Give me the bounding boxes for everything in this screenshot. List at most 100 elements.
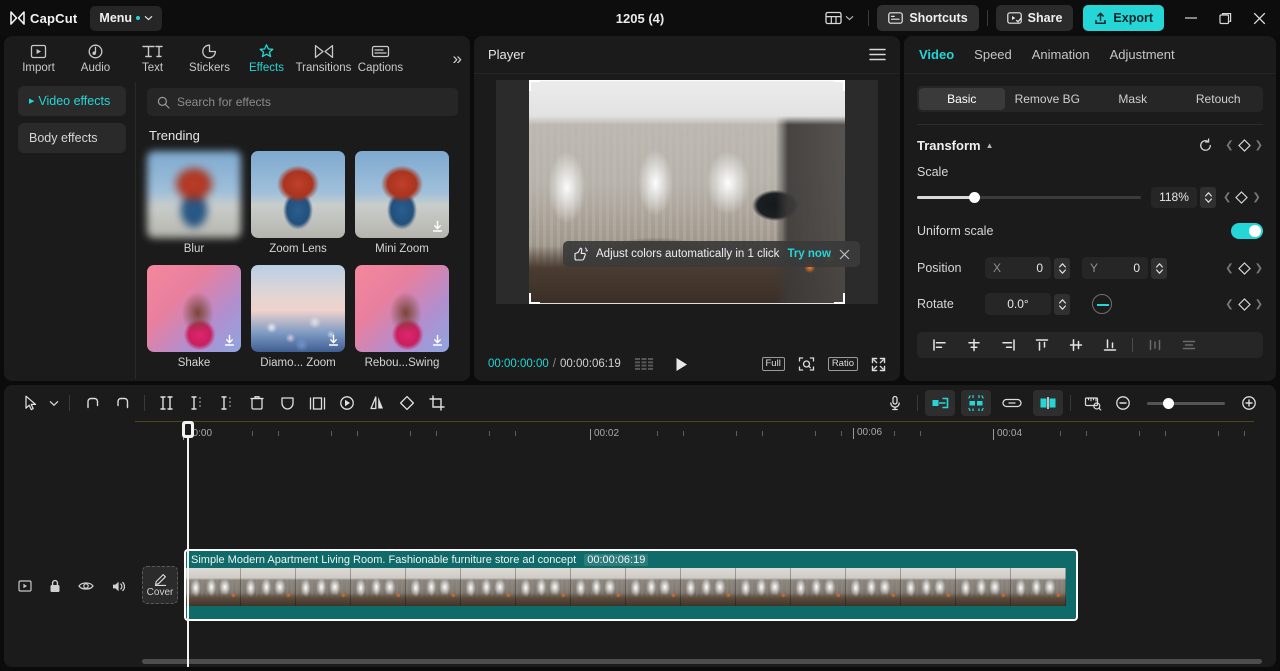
tab-captions[interactable]: Captions: [352, 39, 409, 74]
timeline-clip[interactable]: Simple Modern Apartment Living Room. Fas…: [184, 549, 1078, 621]
keyframe-prev-button[interactable]: ❮: [1225, 140, 1233, 151]
tab-adjustment[interactable]: Adjustment: [1110, 47, 1175, 62]
tool-dropdown-icon[interactable]: [46, 390, 62, 416]
tab-animation[interactable]: Animation: [1032, 47, 1090, 62]
effect-card[interactable]: Mini Zoom: [355, 151, 449, 255]
undo-icon[interactable]: [77, 390, 107, 416]
effect-card[interactable]: Zoom Lens: [251, 151, 345, 255]
minimize-button[interactable]: [1174, 3, 1208, 33]
visibility-icon[interactable]: [78, 580, 94, 592]
subtab-remove-bg[interactable]: Remove BG: [1005, 88, 1091, 110]
delete-icon[interactable]: [242, 390, 272, 416]
microphone-icon[interactable]: [880, 390, 910, 416]
tab-import[interactable]: Import: [10, 39, 67, 74]
timeline-ruler[interactable]: 00:00 00:02 00:04: [135, 421, 1276, 447]
position-y-input[interactable]: Y 0: [1082, 257, 1148, 279]
crop-icon[interactable]: [422, 390, 452, 416]
layout-button[interactable]: [819, 7, 860, 29]
align-top-icon[interactable]: [1025, 333, 1059, 357]
tab-text[interactable]: Text: [124, 39, 181, 74]
more-tools-button[interactable]: »: [453, 50, 462, 67]
current-timecode[interactable]: 00:00:00:00: [488, 358, 549, 370]
position-x-stepper[interactable]: [1054, 257, 1070, 279]
track-type-icon[interactable]: [18, 580, 32, 592]
export-button[interactable]: Export: [1083, 5, 1164, 31]
keyframe-diamond-icon[interactable]: [1237, 138, 1251, 152]
trim-right-icon[interactable]: [212, 390, 242, 416]
mute-icon[interactable]: [111, 580, 126, 593]
effect-card[interactable]: Blur: [147, 151, 241, 255]
resize-handle-top-left[interactable]: [529, 80, 540, 91]
ruler-icon[interactable]: [1078, 390, 1108, 416]
tab-transitions[interactable]: Transitions: [295, 39, 352, 74]
keyframe-icon[interactable]: [332, 390, 362, 416]
tab-speed[interactable]: Speed: [974, 47, 1012, 62]
maximize-button[interactable]: [1208, 3, 1242, 33]
mixer-icon[interactable]: [1033, 390, 1063, 416]
chevron-up-icon[interactable]: ▲: [986, 141, 994, 150]
keyframe-prev-button[interactable]: ❮: [1225, 299, 1233, 310]
keyframe-next-button[interactable]: ❯: [1255, 140, 1263, 151]
play-button[interactable]: [675, 357, 688, 372]
resize-handle-top-right[interactable]: [834, 80, 845, 91]
close-icon[interactable]: [839, 249, 850, 260]
scale-stepper[interactable]: [1200, 186, 1216, 208]
align-middle-vertical-icon[interactable]: [1059, 333, 1093, 357]
tab-audio[interactable]: Audio: [67, 39, 124, 74]
playhead-handle[interactable]: [182, 421, 194, 438]
align-right-icon[interactable]: [991, 333, 1025, 357]
fullscreen-icon[interactable]: [871, 357, 886, 372]
align-bottom-icon[interactable]: [1093, 333, 1127, 357]
subtab-mask[interactable]: Mask: [1090, 88, 1176, 110]
scale-value-input[interactable]: 118%: [1151, 186, 1197, 208]
align-center-horizontal-icon[interactable]: [957, 333, 991, 357]
redo-icon[interactable]: [107, 390, 137, 416]
keyframe-prev-button[interactable]: ❮: [1225, 263, 1233, 274]
uniform-scale-toggle[interactable]: [1231, 223, 1263, 239]
mask-icon[interactable]: [272, 390, 302, 416]
auto-split-icon[interactable]: [925, 390, 955, 416]
zoom-out-icon[interactable]: [1108, 390, 1138, 416]
keyframe-diamond-icon[interactable]: [1237, 261, 1251, 275]
menu-button[interactable]: Menu: [90, 5, 163, 31]
subtab-retouch[interactable]: Retouch: [1176, 88, 1262, 110]
align-left-icon[interactable]: [923, 333, 957, 357]
link-icon[interactable]: [997, 390, 1027, 416]
timeline-horizontal-scrollbar[interactable]: [142, 659, 1262, 664]
keyframe-diamond-icon[interactable]: [1237, 297, 1251, 311]
subtab-basic[interactable]: Basic: [919, 88, 1005, 110]
download-icon[interactable]: [430, 219, 445, 234]
keyframe-prev-button[interactable]: ❮: [1223, 192, 1231, 203]
close-button[interactable]: [1242, 3, 1276, 33]
ratio-button[interactable]: Ratio: [827, 356, 858, 372]
auto-cut-icon[interactable]: [961, 390, 991, 416]
search-effects-field[interactable]: Search for effects: [147, 88, 458, 116]
hamburger-icon[interactable]: [869, 48, 886, 61]
category-body-effects[interactable]: Body effects: [18, 123, 126, 153]
shortcuts-button[interactable]: Shortcuts: [877, 5, 979, 31]
distribute-horizontal-icon[interactable]: [1138, 333, 1172, 357]
zoom-slider-handle[interactable]: [1163, 397, 1174, 409]
zoom-in-icon[interactable]: [1234, 390, 1264, 416]
rotate-dial[interactable]: [1092, 294, 1112, 314]
flip-icon[interactable]: [362, 390, 392, 416]
distribute-vertical-icon[interactable]: [1172, 333, 1206, 357]
lock-icon[interactable]: [49, 579, 61, 593]
rotate-stepper[interactable]: [1054, 293, 1070, 315]
cover-button[interactable]: Cover: [142, 566, 178, 604]
playhead[interactable]: [182, 421, 194, 667]
timeline-zoom-slider[interactable]: [1147, 397, 1225, 409]
keyframe-diamond-icon[interactable]: [1235, 190, 1249, 204]
rotate-input[interactable]: 0.0°: [985, 293, 1051, 315]
try-now-button[interactable]: Try now: [787, 248, 830, 260]
rotate-icon[interactable]: [392, 390, 422, 416]
download-icon[interactable]: [430, 333, 445, 348]
mirror-frame-icon[interactable]: [302, 390, 332, 416]
split-icon[interactable]: [152, 390, 182, 416]
reset-icon[interactable]: [1198, 137, 1213, 153]
effect-card[interactable]: Diamo... Zoom: [251, 265, 345, 369]
resize-handle-bottom-left[interactable]: [529, 293, 540, 304]
quality-button[interactable]: Full: [761, 356, 785, 372]
position-y-stepper[interactable]: [1151, 257, 1167, 279]
select-tool-icon[interactable]: [16, 390, 46, 416]
